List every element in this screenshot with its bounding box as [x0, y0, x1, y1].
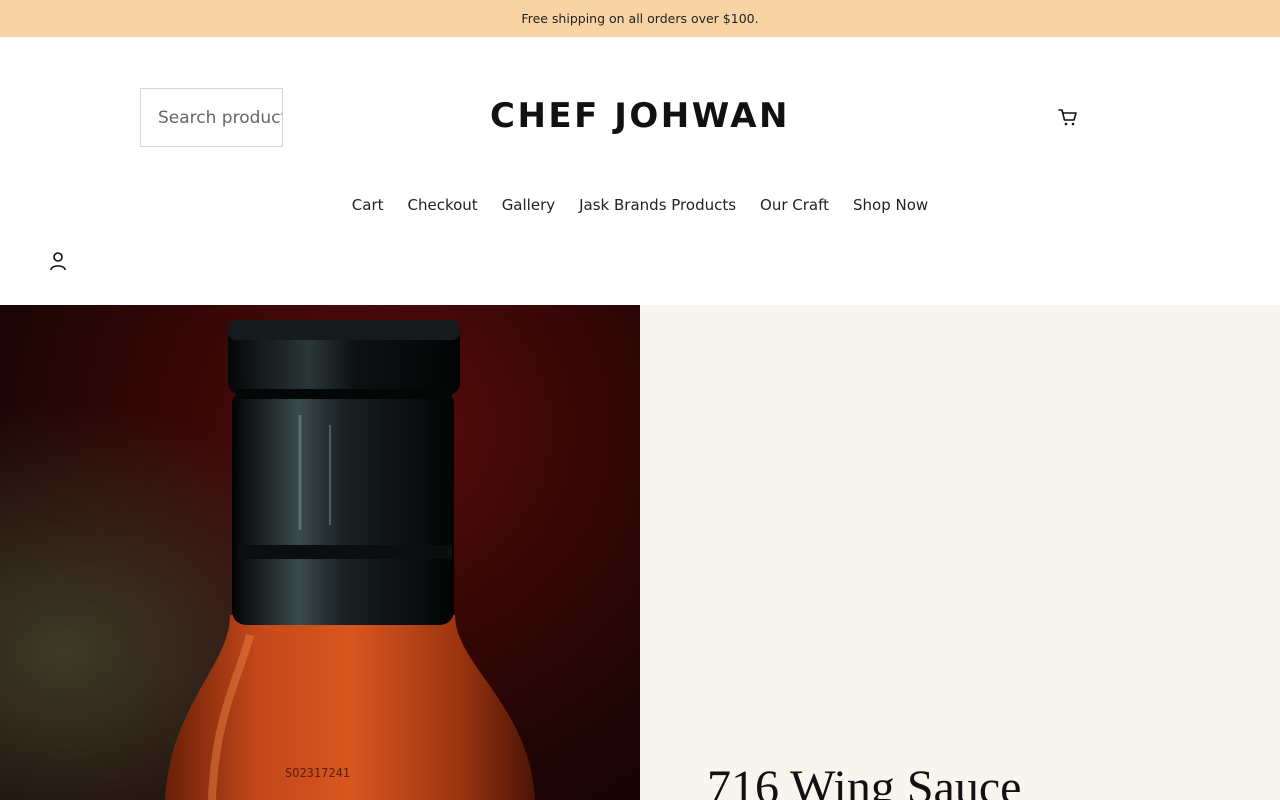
nav-item-our-craft[interactable]: Our Craft	[760, 196, 829, 214]
product-image: SO2317241	[0, 305, 640, 800]
main-nav: Cart Checkout Gallery Jask Brands Produc…	[0, 196, 1280, 214]
product-info-panel: 716 Wing Sauce	[640, 305, 1280, 800]
announcement-bar: Free shipping on all orders over $100.	[0, 0, 1280, 37]
bottle-code: SO2317241	[285, 766, 350, 780]
site-logo[interactable]: CHEF JOHWAN	[440, 96, 840, 136]
product-title: 716 Wing Sauce	[707, 761, 1022, 800]
search-input[interactable]	[140, 88, 283, 147]
nav-item-cart[interactable]: Cart	[352, 196, 384, 214]
nav-item-shop-now[interactable]: Shop Now	[853, 196, 928, 214]
cart-icon[interactable]	[1057, 106, 1079, 128]
hot-sauce-bottle-illustration: SO2317241	[0, 305, 640, 800]
nav-item-jask-brands-products[interactable]: Jask Brands Products	[579, 196, 736, 214]
nav-item-checkout[interactable]: Checkout	[408, 196, 478, 214]
announcement-text: Free shipping on all orders over $100.	[521, 11, 759, 26]
account-icon[interactable]	[48, 250, 68, 272]
nav-item-gallery[interactable]: Gallery	[502, 196, 555, 214]
